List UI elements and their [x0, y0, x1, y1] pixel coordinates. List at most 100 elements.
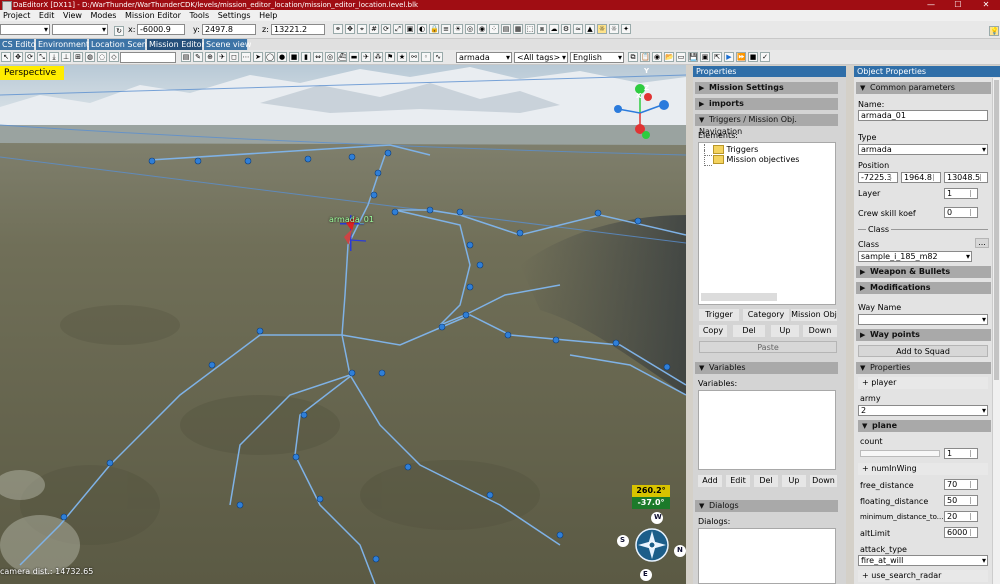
rotate-icon[interactable]: ⟳ — [381, 24, 391, 34]
menu-tools[interactable]: Tools — [186, 11, 212, 20]
menu-settings[interactable]: Settings — [215, 11, 254, 20]
eye-icon[interactable]: ◉ — [477, 24, 487, 34]
position-y-input[interactable]: 1964.8 — [901, 172, 941, 183]
object-list-icon[interactable]: ▤ — [181, 52, 191, 62]
trigger-button[interactable]: Trigger — [699, 309, 739, 321]
scale-icon[interactable]: ⤢ — [393, 24, 403, 34]
up-button[interactable]: Up — [771, 325, 799, 337]
render-icon[interactable]: ▦ — [513, 24, 523, 34]
preview-icon[interactable]: ⬚ — [525, 24, 535, 34]
play-icon[interactable]: ▶ — [724, 52, 734, 62]
layers-icon[interactable]: ≡ — [441, 24, 451, 34]
open-icon[interactable]: 📂 — [664, 52, 674, 62]
elements-tree[interactable]: Triggers Mission objectives — [698, 142, 836, 305]
section-triggers[interactable]: ▼ Triggers / Mission Obj. Navigation — [695, 114, 838, 136]
layout-select[interactable] — [52, 24, 108, 35]
section-imports[interactable]: ▶ imports — [695, 98, 838, 110]
section-common-parameters[interactable]: ▼ Common parameters — [856, 82, 991, 94]
use-search-radar-property[interactable]: + use_search_radar — [858, 570, 988, 582]
section-weapons[interactable]: ▶ Weapon & Bullets — [856, 266, 991, 278]
paste-button[interactable]: Paste — [699, 341, 837, 353]
save-as-icon[interactable]: ▣ — [700, 52, 710, 62]
x-coord-input[interactable]: -6000.9 — [137, 24, 185, 35]
variables-list[interactable] — [698, 390, 836, 470]
lock-icon[interactable]: 🔒 — [429, 24, 439, 34]
add-path-icon[interactable]: ⋯ — [241, 52, 251, 62]
y-coord-input[interactable]: 2497.8 — [202, 24, 256, 35]
alt-limit-input[interactable]: 6000 — [944, 527, 978, 538]
add-zone-icon[interactable]: ◯ — [265, 52, 275, 62]
army-select[interactable]: 2 — [858, 405, 988, 416]
wire-icon[interactable]: ⧈ — [537, 24, 547, 34]
settings-icon[interactable]: ✦ — [621, 24, 631, 34]
class-browse-button[interactable]: ... — [975, 238, 989, 248]
globe-icon[interactable]: ◎ — [325, 52, 335, 62]
z-coord-input[interactable]: 13221.2 — [271, 24, 325, 35]
tab-cs-editor[interactable]: CS Editor — [0, 39, 39, 50]
close-button[interactable]: ✕ — [972, 0, 1000, 10]
copy-icon[interactable]: ⧉ — [628, 52, 638, 62]
grid-icon[interactable]: # — [369, 24, 379, 34]
new-icon[interactable]: ▭ — [676, 52, 686, 62]
attack-type-select[interactable]: fire_at_will — [858, 555, 988, 566]
class-select[interactable]: sample_i_185_m82 — [858, 251, 972, 262]
play-fast-icon[interactable]: ⏩ — [736, 52, 746, 62]
sun-alt-icon[interactable]: ☼ — [609, 24, 619, 34]
cube-icon[interactable]: ■ — [289, 52, 299, 62]
sun-icon[interactable]: ☼ — [597, 24, 607, 34]
language-select[interactable]: English — [570, 52, 624, 63]
search-field[interactable] — [120, 52, 176, 63]
point-icon[interactable]: ◦ — [421, 52, 431, 62]
min-distance-input[interactable]: 20 — [944, 511, 978, 522]
menu-project[interactable]: Project — [0, 11, 33, 20]
tab-mission-editor[interactable]: Mission Editor — [147, 39, 205, 50]
variables-edit-button[interactable]: Edit — [726, 475, 750, 487]
variables-del-button[interactable]: Del — [754, 475, 778, 487]
tree-item-mission-objectives[interactable]: Mission objectives — [713, 155, 799, 164]
link-icon[interactable]: ⚭ — [333, 24, 343, 34]
object-properties-scrollbar[interactable] — [992, 78, 1000, 584]
world-icon[interactable]: ◍ — [85, 52, 95, 62]
hide-icon[interactable]: ◐ — [417, 24, 427, 34]
cursor-icon[interactable]: ↖ — [1, 52, 11, 62]
down-button[interactable]: Down — [803, 325, 837, 337]
position-z-input[interactable]: 13048.5 — [944, 172, 988, 183]
minimize-button[interactable]: — — [917, 0, 945, 10]
terrain-icon[interactable]: ▲ — [585, 24, 595, 34]
view-mode-label[interactable]: Perspective — [0, 66, 64, 80]
squad-icon[interactable]: ⁂ — [373, 52, 383, 62]
measure-icon[interactable]: ⇔ — [313, 52, 323, 62]
light-icon[interactable]: ☀ — [453, 24, 463, 34]
hint-icon[interactable]: 💡 — [989, 26, 999, 36]
flag-icon[interactable]: ⚑ — [385, 52, 395, 62]
cyl-icon[interactable]: ▮ — [301, 52, 311, 62]
edit-points-icon[interactable]: ✎ — [193, 52, 203, 62]
menu-help[interactable]: Help — [256, 11, 280, 20]
mission-obj-button[interactable]: Mission Obj — [791, 309, 837, 321]
layer-input[interactable]: 1 — [944, 188, 978, 199]
add-trigger-icon[interactable]: ⊕ — [205, 52, 215, 62]
sphere-icon[interactable]: ● — [277, 52, 287, 62]
dialogs-list[interactable] — [698, 528, 836, 584]
scrollbar-thumb[interactable] — [994, 80, 999, 380]
tree-horizontal-scrollbar[interactable] — [701, 293, 777, 301]
position-x-input[interactable]: -7225.3 — [858, 172, 898, 183]
drop-icon[interactable]: ⤓ — [49, 52, 59, 62]
section-properties[interactable]: ▼ Properties — [856, 362, 991, 374]
paste-icon[interactable]: 📋 — [640, 52, 650, 62]
variables-down-button[interactable]: Down — [810, 475, 837, 487]
tags-select[interactable]: <All tags> — [514, 52, 568, 63]
section-plane[interactable]: ▼ plane — [858, 420, 991, 432]
menu-edit[interactable]: Edit — [36, 11, 58, 20]
player-property[interactable]: + player — [858, 377, 988, 389]
star-icon[interactable]: ★ — [397, 52, 407, 62]
select-icon[interactable]: ▣ — [405, 24, 415, 34]
refresh-icon[interactable]: ↻ — [114, 26, 124, 36]
maximize-button[interactable]: ☐ — [944, 0, 972, 10]
add-area-icon[interactable]: ◻ — [229, 52, 239, 62]
visibility-icon[interactable]: ◉ — [652, 52, 662, 62]
menu-mission-editor[interactable]: Mission Editor — [122, 11, 184, 20]
water-icon[interactable]: ≈ — [573, 24, 583, 34]
scale-tool-icon[interactable]: ⤡ — [37, 52, 47, 62]
ship-icon[interactable]: ⛴ — [337, 52, 347, 62]
